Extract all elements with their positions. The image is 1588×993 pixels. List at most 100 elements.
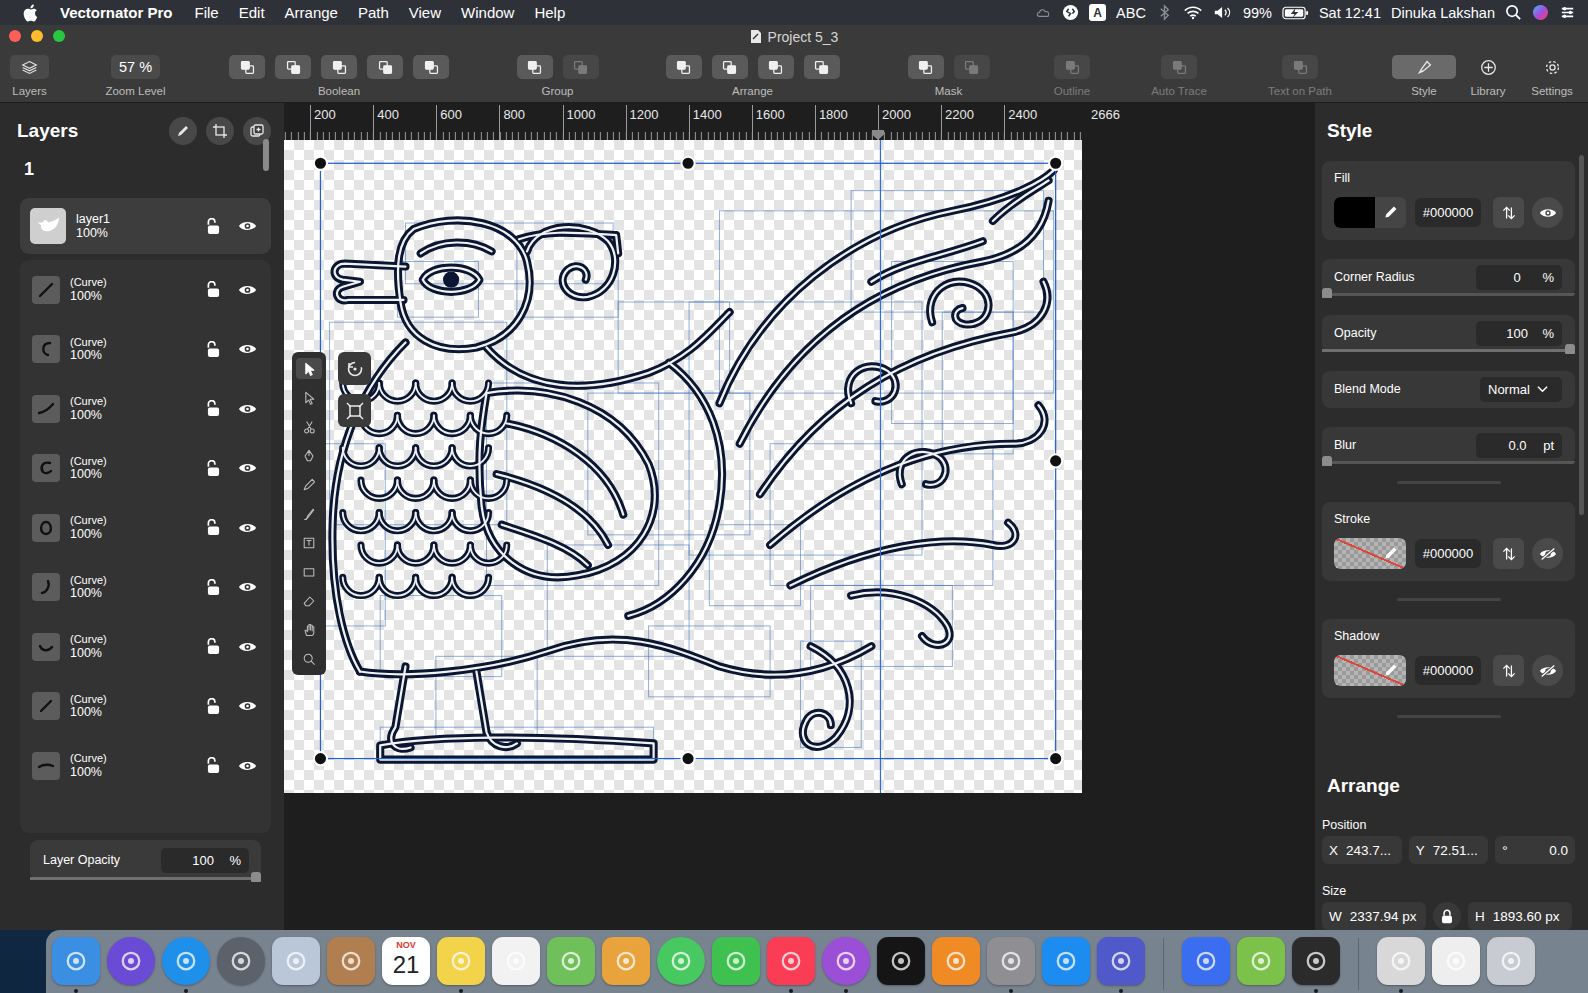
scrollbar[interactable] — [1579, 155, 1584, 515]
apple-icon[interactable] — [22, 4, 38, 22]
calendar-icon[interactable]: NOV21 — [382, 937, 430, 985]
object-row[interactable]: (Curve)100% — [20, 677, 271, 737]
eyedropper-icon[interactable] — [1382, 204, 1399, 221]
dock-item[interactable] — [821, 934, 871, 993]
eyedropper-icon[interactable] — [1382, 662, 1399, 679]
dock-item[interactable] — [491, 934, 541, 993]
toolbar-button[interactable] — [517, 55, 553, 79]
slider-thumb[interactable] — [1565, 344, 1575, 354]
app-icon[interactable] — [547, 937, 595, 985]
dock-item[interactable]: NOV21 — [381, 934, 431, 993]
control-center-icon[interactable] — [1559, 4, 1576, 21]
app-icon[interactable] — [987, 937, 1035, 985]
hex-field[interactable]: #000000 — [1415, 198, 1481, 227]
dock-item[interactable] — [326, 934, 376, 993]
zoom-level-field[interactable]: 57 % — [111, 55, 160, 79]
dock-item[interactable] — [1096, 934, 1146, 993]
dock-item[interactable] — [986, 934, 1036, 993]
app-icon[interactable] — [162, 937, 210, 985]
swap-button[interactable] — [1493, 655, 1524, 686]
toolbar-button[interactable] — [758, 55, 794, 79]
eye-icon[interactable] — [238, 759, 257, 773]
object-row[interactable]: (Curve)100% — [20, 617, 271, 677]
transform-button[interactable] — [338, 394, 371, 427]
tool-button[interactable] — [296, 590, 322, 611]
dock-item[interactable] — [1376, 934, 1426, 993]
wifi-icon[interactable] — [1183, 4, 1203, 21]
menu-item[interactable]: Edit — [239, 4, 265, 21]
tool-button[interactable] — [296, 503, 322, 524]
eye-icon[interactable] — [238, 580, 257, 594]
height-field[interactable]: H1893.60 px — [1468, 902, 1572, 930]
user-name[interactable]: Dinuka Lakshan — [1391, 5, 1495, 21]
eye-icon[interactable] — [238, 283, 257, 297]
toolbar-button[interactable] — [666, 55, 702, 79]
app-icon[interactable] — [52, 937, 100, 985]
tool-button[interactable] — [296, 648, 322, 669]
artboard-name[interactable]: 1 — [24, 159, 34, 180]
lock-icon[interactable] — [207, 218, 220, 235]
object-row[interactable]: (Curve)100% — [20, 498, 271, 558]
slider-track[interactable] — [1322, 293, 1575, 296]
artboard[interactable] — [284, 140, 1082, 793]
toolbar-button[interactable] — [712, 55, 748, 79]
hex-field[interactable]: #000000 — [1415, 539, 1481, 568]
object-row[interactable]: (Curve)100% — [20, 379, 271, 439]
menu-item[interactable]: Arrange — [285, 4, 338, 21]
menu-item[interactable]: File — [195, 4, 219, 21]
guide-line[interactable] — [880, 140, 881, 793]
cloud-icon[interactable] — [1035, 4, 1052, 21]
eye-icon[interactable] — [238, 402, 257, 416]
lock-icon[interactable] — [207, 579, 220, 596]
value-field[interactable]: 0% — [1476, 265, 1562, 290]
toolbar-button[interactable] — [367, 55, 403, 79]
app-icon[interactable] — [107, 937, 155, 985]
layers-toggle-button[interactable] — [10, 55, 49, 79]
toolbar-button[interactable] — [229, 55, 265, 79]
width-field[interactable]: W2337.94 px — [1322, 902, 1426, 930]
slider-track[interactable] — [1322, 461, 1575, 464]
dock-item[interactable] — [931, 934, 981, 993]
input-source[interactable]: ABC — [1116, 5, 1146, 21]
swap-button[interactable] — [1493, 538, 1524, 569]
tool-button[interactable] — [296, 561, 322, 582]
app-icon[interactable] — [1377, 937, 1425, 985]
tool-button[interactable] — [296, 416, 322, 437]
eyedropper-icon[interactable] — [1382, 545, 1399, 562]
app-icon[interactable] — [877, 937, 925, 985]
selection-handles[interactable] — [314, 157, 1062, 765]
dock-item[interactable] — [106, 934, 156, 993]
lock-icon[interactable] — [207, 757, 220, 774]
dock-item[interactable] — [656, 934, 706, 993]
object-row[interactable]: (Curve)100% — [20, 736, 271, 796]
artboard-button[interactable] — [206, 117, 234, 145]
app-icon[interactable] — [327, 937, 375, 985]
battery-percent[interactable]: 99% — [1243, 5, 1272, 21]
lock-icon[interactable] — [207, 400, 220, 417]
dock-item[interactable] — [1431, 934, 1481, 993]
shazam-icon[interactable] — [1062, 4, 1079, 21]
toolbar-button[interactable] — [321, 55, 357, 79]
x-field[interactable]: X243.7... — [1322, 836, 1402, 864]
dock-item[interactable] — [546, 934, 596, 993]
app-icon[interactable] — [767, 937, 815, 985]
rotate-button[interactable] — [338, 352, 371, 385]
lock-icon[interactable] — [207, 281, 220, 298]
clock[interactable]: Sat 12:41 — [1319, 5, 1381, 21]
app-icon[interactable] — [217, 937, 265, 985]
swatch[interactable] — [1334, 538, 1406, 569]
inspector-tab-button[interactable] — [1520, 55, 1584, 79]
lock-icon[interactable] — [207, 460, 220, 477]
layer-opacity-field[interactable]: 100% — [161, 848, 249, 873]
visibility-button[interactable] — [1532, 538, 1563, 569]
dock-item[interactable] — [1236, 934, 1286, 993]
app-icon[interactable] — [602, 937, 650, 985]
app-icon[interactable] — [1182, 937, 1230, 985]
menu-item[interactable]: Path — [358, 4, 389, 21]
tool-button[interactable] — [296, 474, 322, 495]
swap-button[interactable] — [1493, 197, 1524, 228]
eye-icon[interactable] — [238, 640, 257, 654]
toolbar-button[interactable] — [804, 55, 840, 79]
bird-artwork[interactable] — [284, 140, 1082, 793]
lock-icon[interactable] — [207, 698, 220, 715]
